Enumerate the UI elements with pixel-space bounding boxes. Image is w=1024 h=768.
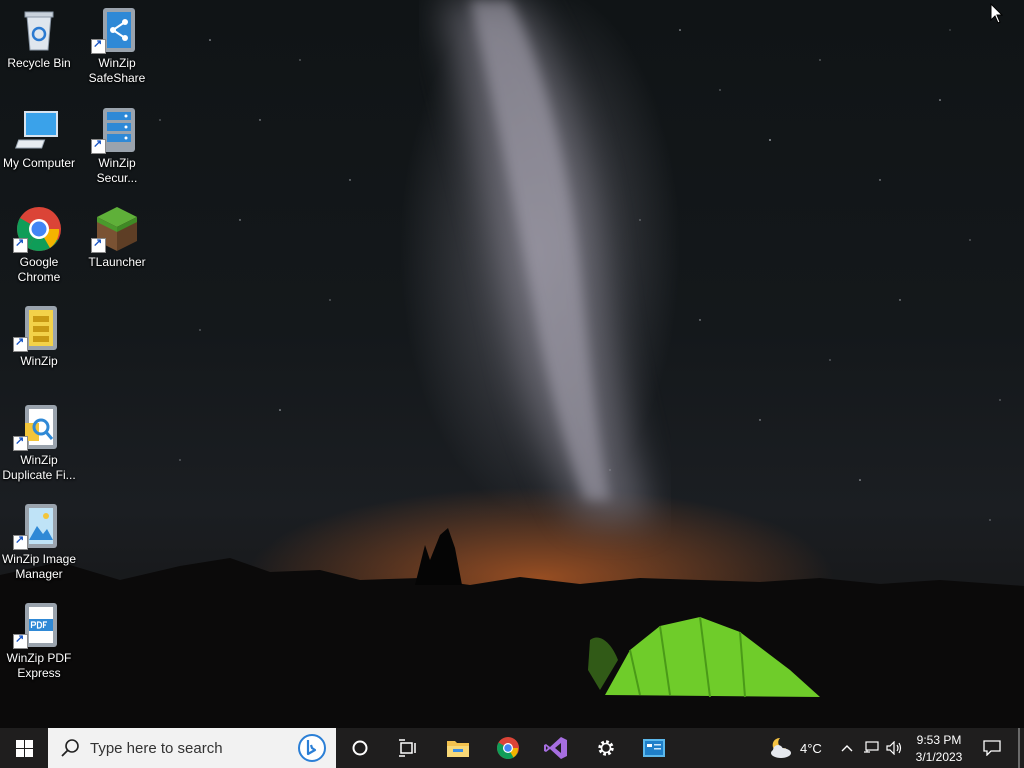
- icon-label: WinZip: [20, 453, 58, 467]
- icon-label: WinZip Image: [1, 552, 77, 566]
- icon-label: My Computer: [2, 156, 76, 170]
- computer-monitor-icon: [15, 106, 63, 154]
- desktop-icon-winzip-pdf-express[interactable]: WinZip PDF Express: [0, 601, 78, 681]
- action-center-button[interactable]: [976, 728, 1008, 768]
- network-button[interactable]: [860, 728, 882, 768]
- visual-studio-icon: [544, 737, 567, 759]
- chrome-icon: [497, 737, 519, 759]
- winzip-pdf-express-icon: [13, 601, 63, 649]
- search-input[interactable]: [88, 738, 292, 758]
- icon-label: Secur...: [96, 171, 138, 185]
- icon-label: Duplicate Fi...: [2, 468, 76, 482]
- shortcut-arrow-icon: [91, 37, 106, 54]
- cortana-button[interactable]: [336, 728, 384, 768]
- weather-temperature: 4°C: [800, 740, 822, 756]
- shortcut-arrow-icon: [13, 335, 28, 352]
- desktop-icon-winzip[interactable]: WinZip: [0, 304, 78, 369]
- chrome-icon: [13, 205, 63, 253]
- file-explorer-icon: [447, 741, 469, 757]
- volume-button[interactable]: [884, 728, 906, 768]
- visual-studio-button[interactable]: [532, 728, 580, 768]
- icon-label: WinZip: [98, 56, 136, 70]
- winzip-duplicate-finder-icon: [13, 403, 63, 451]
- notification-icon: [983, 740, 1001, 756]
- windows-logo-icon: [15, 739, 33, 757]
- icon-label: Recycle Bin: [7, 56, 71, 70]
- cortana-circle-icon: [352, 740, 368, 756]
- task-view-icon: [399, 739, 416, 757]
- minecraft-grass-block-icon: [91, 205, 141, 253]
- desktop-icon-winzip-image-manager[interactable]: WinZip Image Manager: [0, 502, 78, 582]
- icon-label: WinZip: [20, 354, 58, 368]
- desktop-icon-tlauncher[interactable]: TLauncher: [78, 205, 156, 270]
- icon-label: WinZip: [98, 156, 136, 170]
- chrome-taskbar-button[interactable]: [484, 728, 532, 768]
- shortcut-arrow-icon: [13, 632, 28, 649]
- icon-label: Google: [19, 255, 59, 269]
- control-panel-icon: [643, 739, 665, 757]
- chevron-up-icon: [841, 745, 853, 752]
- clock-time: 9:53 PM: [916, 733, 962, 747]
- icon-label: TLauncher: [88, 255, 146, 269]
- desktop-icon-winzip-safeshare[interactable]: WinZip SafeShare: [78, 6, 156, 86]
- weather-widget[interactable]: 4°C: [766, 728, 822, 768]
- winzip-image-manager-icon: [13, 502, 63, 550]
- winzip-secure-backup-icon: [91, 106, 141, 154]
- speaker-icon: [886, 741, 902, 755]
- desktop-icon-my-computer[interactable]: My Computer: [0, 106, 78, 171]
- shortcut-arrow-icon: [91, 137, 106, 154]
- clock-date: 3/1/2023: [915, 750, 963, 764]
- winzip-safeshare-icon: [91, 6, 141, 54]
- start-button[interactable]: [0, 728, 48, 768]
- bing-icon[interactable]: [298, 734, 326, 762]
- search-icon: [61, 739, 79, 757]
- mouse-cursor-icon: [990, 3, 1004, 24]
- shortcut-arrow-icon: [91, 236, 106, 253]
- winzip-icon: [13, 304, 63, 352]
- icon-label: Manager: [15, 567, 63, 581]
- settings-gear-icon: [598, 740, 614, 756]
- task-view-button[interactable]: [384, 728, 432, 768]
- taskbar-search-box[interactable]: [48, 728, 336, 768]
- settings-button[interactable]: [582, 728, 630, 768]
- desktop-icon-winzip-secure[interactable]: WinZip Secur...: [78, 106, 156, 186]
- icon-label: SafeShare: [88, 71, 146, 85]
- icon-label: Chrome: [17, 270, 61, 284]
- shortcut-arrow-icon: [13, 236, 28, 253]
- show-hidden-icons-button[interactable]: [838, 728, 856, 768]
- desktop-icon-recycle-bin[interactable]: Recycle Bin: [0, 6, 78, 71]
- file-explorer-button[interactable]: [434, 728, 482, 768]
- icon-label: WinZip PDF: [6, 651, 72, 665]
- taskbar-clock[interactable]: 9:53 PM 3/1/2023: [908, 732, 970, 766]
- shortcut-arrow-icon: [13, 533, 28, 550]
- partly-cloudy-night-icon: [771, 737, 791, 758]
- recycle-bin-icon: [15, 6, 63, 54]
- control-panel-button[interactable]: [630, 728, 678, 768]
- desktop-icon-winzip-duplicate-finder[interactable]: WinZip Duplicate Fi...: [0, 403, 78, 483]
- icon-label: Express: [17, 666, 61, 680]
- network-icon: [864, 741, 879, 753]
- show-desktop-button[interactable]: [1018, 728, 1020, 768]
- desktop-icon-google-chrome[interactable]: Google Chrome: [0, 205, 78, 285]
- taskbar: 4°C 9:53 PM 3/1/2023: [0, 728, 1024, 768]
- shortcut-arrow-icon: [13, 434, 28, 451]
